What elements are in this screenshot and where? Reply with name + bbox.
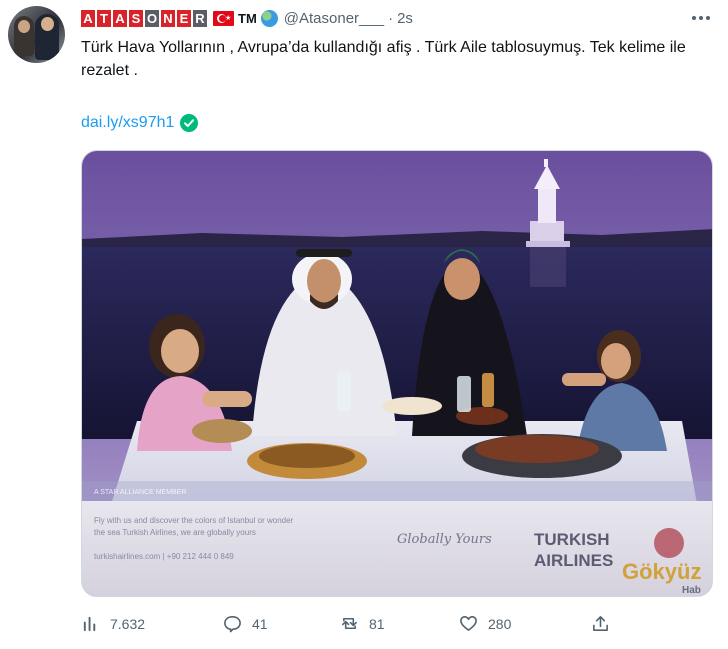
views-icon bbox=[83, 616, 96, 632]
share-icon bbox=[593, 616, 608, 631]
share-button[interactable] bbox=[591, 614, 610, 633]
retweet-count: 81 bbox=[369, 615, 385, 632]
ad-fine-print-3: turkishairlines.com | +90 212 444 0 849 bbox=[94, 552, 234, 561]
like-button[interactable]: 280 bbox=[459, 614, 511, 633]
avatar-face-right bbox=[41, 17, 54, 31]
timestamp[interactable]: 2s bbox=[397, 10, 413, 27]
ad-fine-print-2: the sea Turkish Airlines, we are globall… bbox=[94, 528, 256, 537]
author-suffix: TM bbox=[238, 10, 257, 26]
like-icon bbox=[460, 616, 477, 631]
author-name-letter: T bbox=[97, 9, 111, 27]
avatar-face-left bbox=[18, 20, 30, 33]
tweet-actions: 7.632 41 81 280 bbox=[81, 614, 621, 638]
globe-icon bbox=[260, 9, 278, 27]
views-count: 7.632 bbox=[110, 615, 146, 632]
ad-brand-line2: AIRLINES bbox=[534, 551, 613, 570]
ad-poster-image: A STAR ALLIANCE MEMBER Fly with us and d… bbox=[82, 151, 712, 596]
like-count: 280 bbox=[488, 615, 512, 632]
views-button[interactable]: 7.632 bbox=[81, 614, 145, 633]
author-name-letter: A bbox=[81, 9, 95, 27]
tweet-link[interactable]: dai.ly/xs97h1 bbox=[81, 113, 199, 133]
reply-icon bbox=[224, 616, 241, 633]
turkey-flag-icon: ★ bbox=[213, 10, 234, 26]
ad-brand-overlay2: Hab bbox=[682, 585, 701, 596]
reply-count: 41 bbox=[252, 615, 268, 632]
ad-logo-circle bbox=[654, 528, 684, 558]
ad-slogan: Globally Yours bbox=[397, 532, 492, 547]
tweet-media[interactable]: A STAR ALLIANCE MEMBER Fly with us and d… bbox=[81, 150, 713, 597]
author-name-letter: S bbox=[129, 9, 143, 27]
retweet-icon bbox=[342, 617, 357, 630]
more-icon[interactable] bbox=[689, 9, 713, 27]
retweet-button[interactable]: 81 bbox=[340, 614, 385, 633]
author-name-letter: E bbox=[177, 9, 191, 27]
verified-icon bbox=[180, 114, 199, 132]
ad-star-alliance: A STAR ALLIANCE MEMBER bbox=[94, 489, 186, 496]
author-name-letter: R bbox=[193, 9, 207, 27]
separator: · bbox=[388, 9, 394, 27]
author-name-letter: O bbox=[145, 9, 159, 27]
ad-fine-print-1: Fly with us and discover the colors of I… bbox=[94, 516, 294, 525]
avatar[interactable] bbox=[8, 6, 65, 63]
author-name-letter: A bbox=[113, 9, 127, 27]
author-name-letter: N bbox=[161, 9, 175, 27]
author-name[interactable]: A T A S O N E R bbox=[81, 9, 207, 27]
tweet-text: Türk Hava Yollarının , Avrupa’da kulland… bbox=[81, 39, 686, 79]
tweet-link-text[interactable]: dai.ly/xs97h1 bbox=[81, 113, 174, 133]
tweet-header: A T A S O N E R ★ TM @Atasoner___ · 2s bbox=[81, 7, 413, 29]
author-handle[interactable]: @Atasoner___ bbox=[284, 10, 384, 27]
reply-button[interactable]: 41 bbox=[223, 614, 268, 633]
ad-brand-line1: TURKISH bbox=[534, 530, 610, 549]
ad-brand-overlay: Gökyüz bbox=[622, 559, 701, 584]
